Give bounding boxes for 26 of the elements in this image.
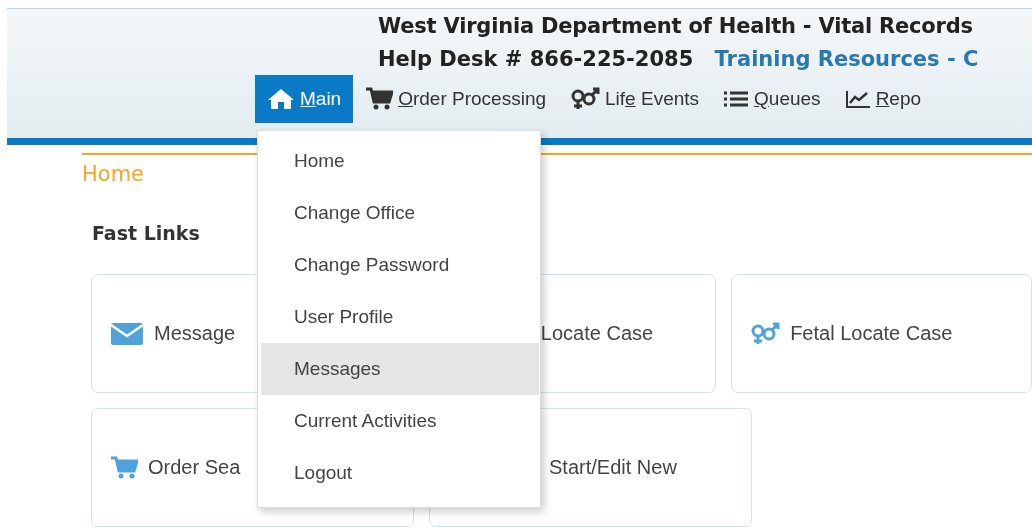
site-title: West Virginia Department of Health - Vital Records [378, 14, 974, 38]
menu-item[interactable]: Change Office [261, 187, 539, 239]
gender-icon [570, 87, 601, 111]
training-link[interactable]: Training Resources - C [714, 47, 979, 71]
envelope-icon [110, 321, 144, 346]
home-icon [267, 88, 295, 110]
card-label: Order Sea [148, 456, 241, 479]
nav-item[interactable]: Queues [711, 75, 833, 123]
nav-item[interactable]: Repo [832, 75, 934, 123]
cart-icon [365, 87, 394, 111]
card-label: Start/Edit New [549, 456, 677, 479]
section-title: Fast Links [92, 222, 201, 244]
list-icon [723, 89, 750, 109]
gender-icon [750, 321, 781, 346]
chart-icon [844, 89, 871, 109]
cart-icon [110, 455, 138, 480]
help-desk-text: Help Desk # 866-225-2085 [378, 47, 694, 71]
nav-item[interactable]: Order Processing [353, 75, 559, 123]
fast-link-card[interactable]: Fetal Locate Case [731, 274, 1032, 393]
card-label: Fetal Locate Case [790, 322, 953, 345]
nav-item[interactable]: Life Events [558, 75, 712, 123]
card-label: Locate Case [540, 322, 654, 345]
menu-item[interactable]: Home [261, 135, 539, 187]
menu-item[interactable]: Messages [261, 343, 539, 395]
nav-item[interactable]: Main [255, 75, 354, 123]
card-label: Message [154, 322, 236, 345]
